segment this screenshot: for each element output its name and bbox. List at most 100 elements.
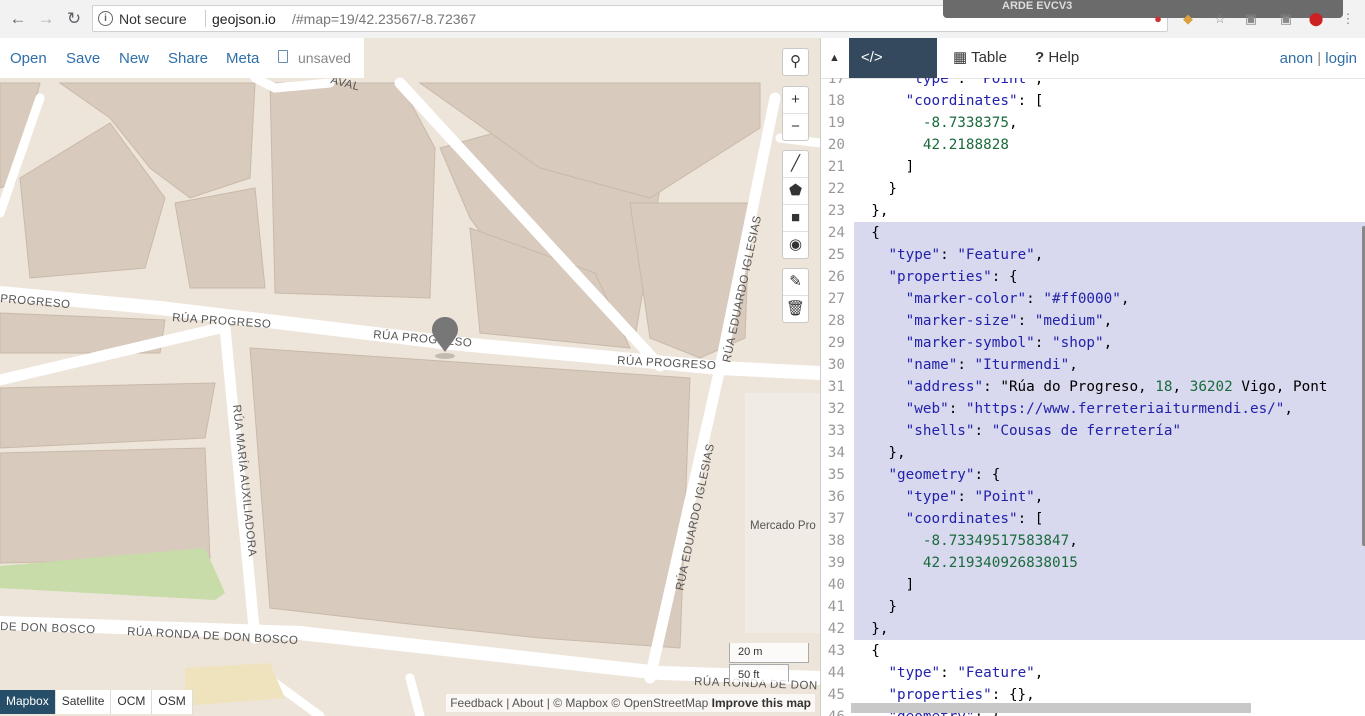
line-code[interactable]: } <box>854 178 1365 200</box>
line-code[interactable]: "shells": "Cousas de ferretería" <box>854 420 1365 442</box>
line-code[interactable]: ] <box>854 574 1365 596</box>
search-icon[interactable]: ⚲ <box>783 49 808 75</box>
line-code[interactable]: 42.2188828 <box>854 134 1365 156</box>
editor-line[interactable]: 37 "coordinates": [ <box>821 508 1365 530</box>
editor-line[interactable]: 17 "type": "Point", <box>821 78 1365 90</box>
line-code[interactable]: -8.73349517583847, <box>854 530 1365 552</box>
horizontal-scrollbar[interactable] <box>851 703 1251 713</box>
line-code[interactable]: "address": "Rúa do Progreso, 18, 36202 V… <box>854 376 1365 398</box>
tab-table[interactable]: ▦ Table <box>941 38 1019 78</box>
trash-icon[interactable]: 🗑 <box>783 296 808 322</box>
editor-line[interactable]: 31 "address": "Rúa do Progreso, 18, 3620… <box>821 376 1365 398</box>
line-code[interactable]: -8.7338375, <box>854 112 1365 134</box>
line-code[interactable]: "properties": { <box>854 266 1365 288</box>
line-code[interactable]: ] <box>854 156 1365 178</box>
map[interactable]: PROGRESO RÚA PROGRESO RÚA PROGRESO RÚA P… <box>0 38 820 716</box>
meta-button[interactable]: Meta <box>226 50 259 67</box>
editor-line[interactable]: 39 42.219340926838015 <box>821 552 1365 574</box>
line-code[interactable]: "geometry": { <box>854 464 1365 486</box>
editor-line[interactable]: 24 { <box>821 222 1365 244</box>
json-editor[interactable]: 17 "type": "Point", 18 "coordinates": [19… <box>821 78 1365 716</box>
line-code[interactable]: "coordinates": [ <box>854 508 1365 530</box>
editor-line[interactable]: 40 ] <box>821 574 1365 596</box>
editor-line[interactable]: 18 "coordinates": [ <box>821 90 1365 112</box>
extension-icon[interactable]: ▣ <box>1243 11 1259 27</box>
editor-line[interactable]: 33 "shells": "Cousas de ferretería" <box>821 420 1365 442</box>
line-code[interactable]: { <box>854 640 1365 662</box>
save-button[interactable]: Save <box>66 50 100 67</box>
editor-line[interactable]: 25 "type": "Feature", <box>821 244 1365 266</box>
extension-icon[interactable]: ⬤ <box>1308 11 1324 27</box>
draw-polygon-icon[interactable]: ⬟ <box>783 178 808 205</box>
url-host[interactable]: geojson.io <box>212 11 276 27</box>
line-code[interactable]: "coordinates": [ <box>854 90 1365 112</box>
extension-icon[interactable]: ◆ <box>1180 11 1196 27</box>
editor-line[interactable]: 42 }, <box>821 618 1365 640</box>
editor-line[interactable]: 32 "web": "https://www.ferreteriaiturmen… <box>821 398 1365 420</box>
back-icon[interactable]: ← <box>7 8 29 30</box>
line-code[interactable]: "web": "https://www.ferreteriaiturmendi.… <box>854 398 1365 420</box>
editor-line[interactable]: 20 42.2188828 <box>821 134 1365 156</box>
line-code[interactable]: "type": "Feature", <box>854 244 1365 266</box>
line-code[interactable]: "marker-symbol": "shop", <box>854 332 1365 354</box>
editor-line[interactable]: 30 "name": "Iturmendi", <box>821 354 1365 376</box>
layer-mapbox[interactable]: Mapbox <box>0 690 56 714</box>
layer-ocm[interactable]: OCM <box>111 690 153 714</box>
url-path[interactable]: /#map=19/42.23567/-8.72367 <box>292 11 476 27</box>
layer-osm[interactable]: OSM <box>152 690 193 714</box>
editor-line[interactable]: 43 { <box>821 640 1365 662</box>
feedback-link[interactable]: Feedback <box>450 696 503 710</box>
editor-line[interactable]: 21 ] <box>821 156 1365 178</box>
line-code[interactable]: }, <box>854 618 1365 640</box>
editor-line[interactable]: 27 "marker-color": "#ff0000", <box>821 288 1365 310</box>
security-label[interactable]: Not secure <box>119 11 187 27</box>
login-link[interactable]: login <box>1325 50 1357 67</box>
editor-line[interactable]: 29 "marker-symbol": "shop", <box>821 332 1365 354</box>
line-code[interactable]: }, <box>854 200 1365 222</box>
editor-line[interactable]: 28 "marker-size": "medium", <box>821 310 1365 332</box>
line-code[interactable]: }, <box>854 442 1365 464</box>
line-code[interactable]: "marker-size": "medium", <box>854 310 1365 332</box>
collapse-icon[interactable]: ▲ <box>821 38 848 78</box>
editor-line[interactable]: 22 } <box>821 178 1365 200</box>
zoom-out-button[interactable]: − <box>783 114 808 140</box>
line-code[interactable]: "type": "Point", <box>854 486 1365 508</box>
draw-rectangle-icon[interactable]: ■ <box>783 205 808 232</box>
editor-line[interactable]: 36 "type": "Point", <box>821 486 1365 508</box>
mapbox-link[interactable]: © Mapbox <box>553 696 608 710</box>
blocked-icon[interactable]: ● <box>1150 11 1166 27</box>
info-icon[interactable]: i <box>98 11 113 26</box>
line-code[interactable]: "name": "Iturmendi", <box>854 354 1365 376</box>
map-marker[interactable] <box>432 317 458 359</box>
draw-line-icon[interactable]: ╱ <box>783 151 808 178</box>
line-code[interactable]: "marker-color": "#ff0000", <box>854 288 1365 310</box>
line-code[interactable]: "type": "Point", <box>854 78 1365 90</box>
about-link[interactable]: About <box>512 696 543 710</box>
user-link[interactable]: anon <box>1280 50 1313 67</box>
line-code[interactable]: { <box>854 222 1365 244</box>
line-code[interactable]: 42.219340926838015 <box>854 552 1365 574</box>
extension-icon[interactable]: ▣ <box>1278 11 1294 27</box>
editor-line[interactable]: 44 "type": "Feature", <box>821 662 1365 684</box>
new-button[interactable]: New <box>119 50 149 67</box>
editor-line[interactable]: 38 -8.73349517583847, <box>821 530 1365 552</box>
editor-line[interactable]: 34 }, <box>821 442 1365 464</box>
editor-line[interactable]: 23 }, <box>821 200 1365 222</box>
editor-line[interactable]: 41 } <box>821 596 1365 618</box>
forward-icon[interactable]: → <box>35 8 57 30</box>
line-code[interactable]: "type": "Feature", <box>854 662 1365 684</box>
edit-icon[interactable]: ✎ <box>783 269 808 296</box>
zoom-in-button[interactable]: + <box>783 87 808 114</box>
share-button[interactable]: Share <box>168 50 208 67</box>
improve-map-link[interactable]: Improve this map <box>712 696 811 710</box>
open-button[interactable]: Open <box>10 50 47 67</box>
editor-line[interactable]: 26 "properties": { <box>821 266 1365 288</box>
editor-line[interactable]: 19 -8.7338375, <box>821 112 1365 134</box>
draw-marker-icon[interactable]: ◉ <box>783 232 808 258</box>
line-code[interactable]: } <box>854 596 1365 618</box>
tab-help[interactable]: ? Help <box>1023 38 1091 78</box>
tab-json[interactable]: </> JSON <box>849 38 937 106</box>
menu-icon[interactable]: ⋮ <box>1340 11 1356 27</box>
reload-icon[interactable]: ↻ <box>63 8 85 30</box>
editor-line[interactable]: 35 "geometry": { <box>821 464 1365 486</box>
